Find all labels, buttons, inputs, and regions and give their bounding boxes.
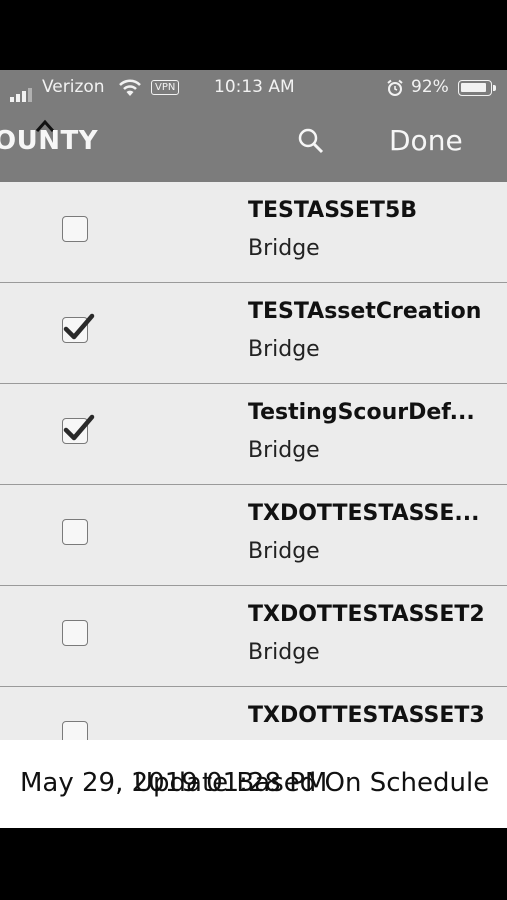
status-bar: Verizon VPN 10:13 AM 92% <box>0 70 507 106</box>
alarm-icon <box>386 79 404 102</box>
list-item[interactable]: TestingScourDef... Bridge <box>0 384 507 485</box>
asset-list: TESTASSET5B Bridge TESTAssetCreation Bri… <box>0 182 507 788</box>
signal-icon <box>10 82 34 102</box>
search-icon[interactable] <box>296 126 326 160</box>
asset-name: TESTASSET5B <box>248 198 418 223</box>
battery-level-fill <box>461 83 486 92</box>
nav-bar: OUNTY Done <box>0 106 507 182</box>
row-checkbox[interactable] <box>62 620 88 646</box>
asset-name: TESTAssetCreation <box>248 299 482 324</box>
asset-type: Bridge <box>248 640 320 665</box>
list-item[interactable]: TXDOTTESTASSE... Bridge <box>0 485 507 586</box>
app-screen: Verizon VPN 10:13 AM 92% OUNTY Done TEST… <box>0 70 507 828</box>
asset-name: TestingScourDef... <box>248 400 475 425</box>
asset-type: Bridge <box>248 236 320 261</box>
carrier-label: Verizon <box>42 77 105 97</box>
list-item[interactable]: TXDOTTESTASSET2 Bridge <box>0 586 507 687</box>
status-time: 10:13 AM <box>214 77 295 97</box>
wifi-icon <box>118 79 142 102</box>
asset-name: TXDOTTESTASSET2 <box>248 602 485 627</box>
asset-type: Bridge <box>248 539 320 564</box>
row-checkbox[interactable] <box>62 519 88 545</box>
done-button[interactable]: Done <box>389 124 463 157</box>
asset-name: TXDOTTESTASSE... <box>248 501 480 526</box>
row-checkbox[interactable] <box>62 216 88 242</box>
row-checkbox[interactable] <box>62 414 95 444</box>
checkmark-icon <box>63 313 95 340</box>
checkmark-icon <box>63 414 95 441</box>
sync-schedule-label: Update Based On Schedule <box>134 768 490 798</box>
battery-percent: 92% <box>411 77 449 97</box>
list-item[interactable]: TESTASSET5B Bridge <box>0 182 507 283</box>
vpn-badge: VPN <box>151 80 180 95</box>
asset-type: Bridge <box>248 438 320 463</box>
list-item[interactable]: TESTAssetCreation Bridge <box>0 283 507 384</box>
row-checkbox[interactable] <box>62 313 95 343</box>
battery-icon <box>458 80 496 96</box>
nav-title: OUNTY <box>0 126 99 156</box>
asset-type: Bridge <box>248 337 320 362</box>
sync-footer: May 29, 2019 01:28 PM Update Based On Sc… <box>0 740 507 828</box>
asset-name: TXDOTTESTASSET3 <box>248 703 485 728</box>
